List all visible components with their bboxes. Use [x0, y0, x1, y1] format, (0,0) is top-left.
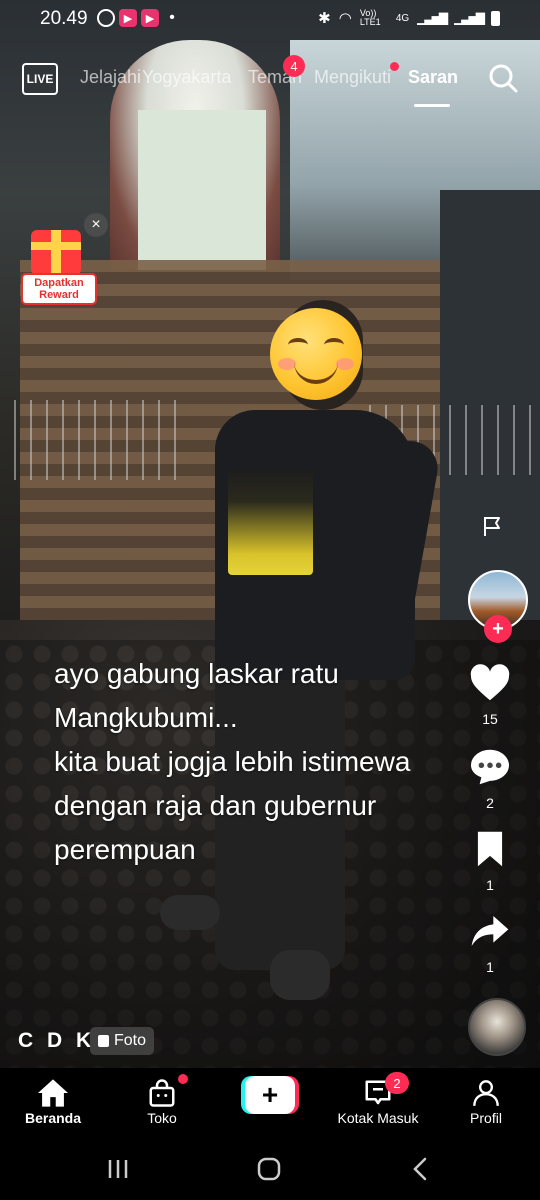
notification-icons: ▶ ▶ •: [97, 9, 181, 27]
flag-icon[interactable]: [480, 514, 504, 538]
nav-profile-label: Profil: [470, 1110, 502, 1126]
smiley-face-sticker: [270, 308, 362, 400]
network-label: 4G: [395, 12, 410, 24]
nav-inbox-label: Kotak Masuk: [337, 1110, 419, 1126]
following-dot: [390, 62, 399, 71]
live-icon[interactable]: LIVE: [22, 63, 58, 95]
video-app-icon-2: ▶: [141, 9, 159, 27]
share-count: 1: [486, 959, 494, 975]
railing-left: [0, 400, 185, 480]
home-icon: [38, 1079, 68, 1107]
bluetooth-icon: ✱: [318, 10, 331, 27]
person-sandal-left: [160, 895, 220, 930]
recent-apps-icon[interactable]: [106, 1157, 130, 1181]
music-disc[interactable]: [468, 998, 526, 1056]
status-time: 20.49: [40, 8, 88, 29]
plus-icon: +: [245, 1076, 295, 1114]
author-name[interactable]: C D K: [18, 1029, 95, 1053]
inbox-badge: 2: [385, 1072, 409, 1094]
bookmark-icon: [477, 831, 503, 867]
friends-badge: 4: [283, 55, 305, 77]
share-button[interactable]: 1: [458, 912, 522, 975]
close-icon[interactable]: ×: [84, 213, 108, 237]
reward-label: Dapatkan Reward: [21, 273, 97, 305]
comment-icon: [471, 749, 509, 785]
share-icon: [471, 916, 509, 946]
live-label: LIVE: [26, 72, 54, 86]
bottom-nav: Beranda Toko + Kotak Masuk 2 Profil: [0, 1068, 540, 1140]
tab-jelajahi[interactable]: Jelajahi: [80, 67, 141, 88]
back-icon[interactable]: [410, 1156, 430, 1182]
profile-icon: [473, 1080, 499, 1106]
action-rail: + 15 2 1 1: [440, 0, 540, 1068]
heart-icon: [470, 664, 510, 701]
tab-yogyakarta[interactable]: Yogyakarta: [142, 67, 231, 88]
create-button[interactable]: +: [241, 1076, 299, 1114]
wifi-icon: ◠: [338, 10, 352, 27]
post-caption: ayo gabung laskar ratu Mangkubumi... kit…: [54, 658, 411, 865]
nav-inbox[interactable]: Kotak Masuk: [332, 1076, 424, 1126]
video-app-icon: ▶: [119, 9, 137, 27]
photo-type-label: Foto: [114, 1032, 147, 1049]
bookmark-count: 1: [486, 877, 494, 893]
follow-plus-icon[interactable]: +: [484, 615, 512, 643]
nav-profile[interactable]: Profil: [441, 1076, 531, 1126]
shopping-bag-icon: [149, 1079, 175, 1107]
lit-doorway: [138, 110, 266, 270]
reward-widget[interactable]: Dapatkan Reward: [17, 225, 97, 305]
more-dot-icon: •: [169, 9, 175, 26]
photo-type-badge: Foto: [90, 1027, 155, 1055]
tab-mengikuti[interactable]: Mengikuti: [314, 67, 391, 88]
whatsapp-icon: [97, 9, 115, 27]
shop-notification-dot: [178, 1074, 188, 1084]
person-sandal-right: [270, 950, 330, 1000]
shirt-print: [228, 470, 313, 575]
volte-label: Vo)) LTE1: [359, 8, 381, 27]
home-button-icon[interactable]: [256, 1156, 282, 1182]
nav-shop-label: Toko: [147, 1110, 177, 1126]
nav-shop[interactable]: Toko: [117, 1076, 207, 1126]
nav-home-label: Beranda: [24, 1110, 82, 1126]
gift-icon: [31, 230, 81, 275]
system-navigation-bar: [0, 1140, 540, 1200]
photo-icon: [98, 1035, 109, 1047]
nav-home[interactable]: Beranda: [8, 1076, 98, 1126]
